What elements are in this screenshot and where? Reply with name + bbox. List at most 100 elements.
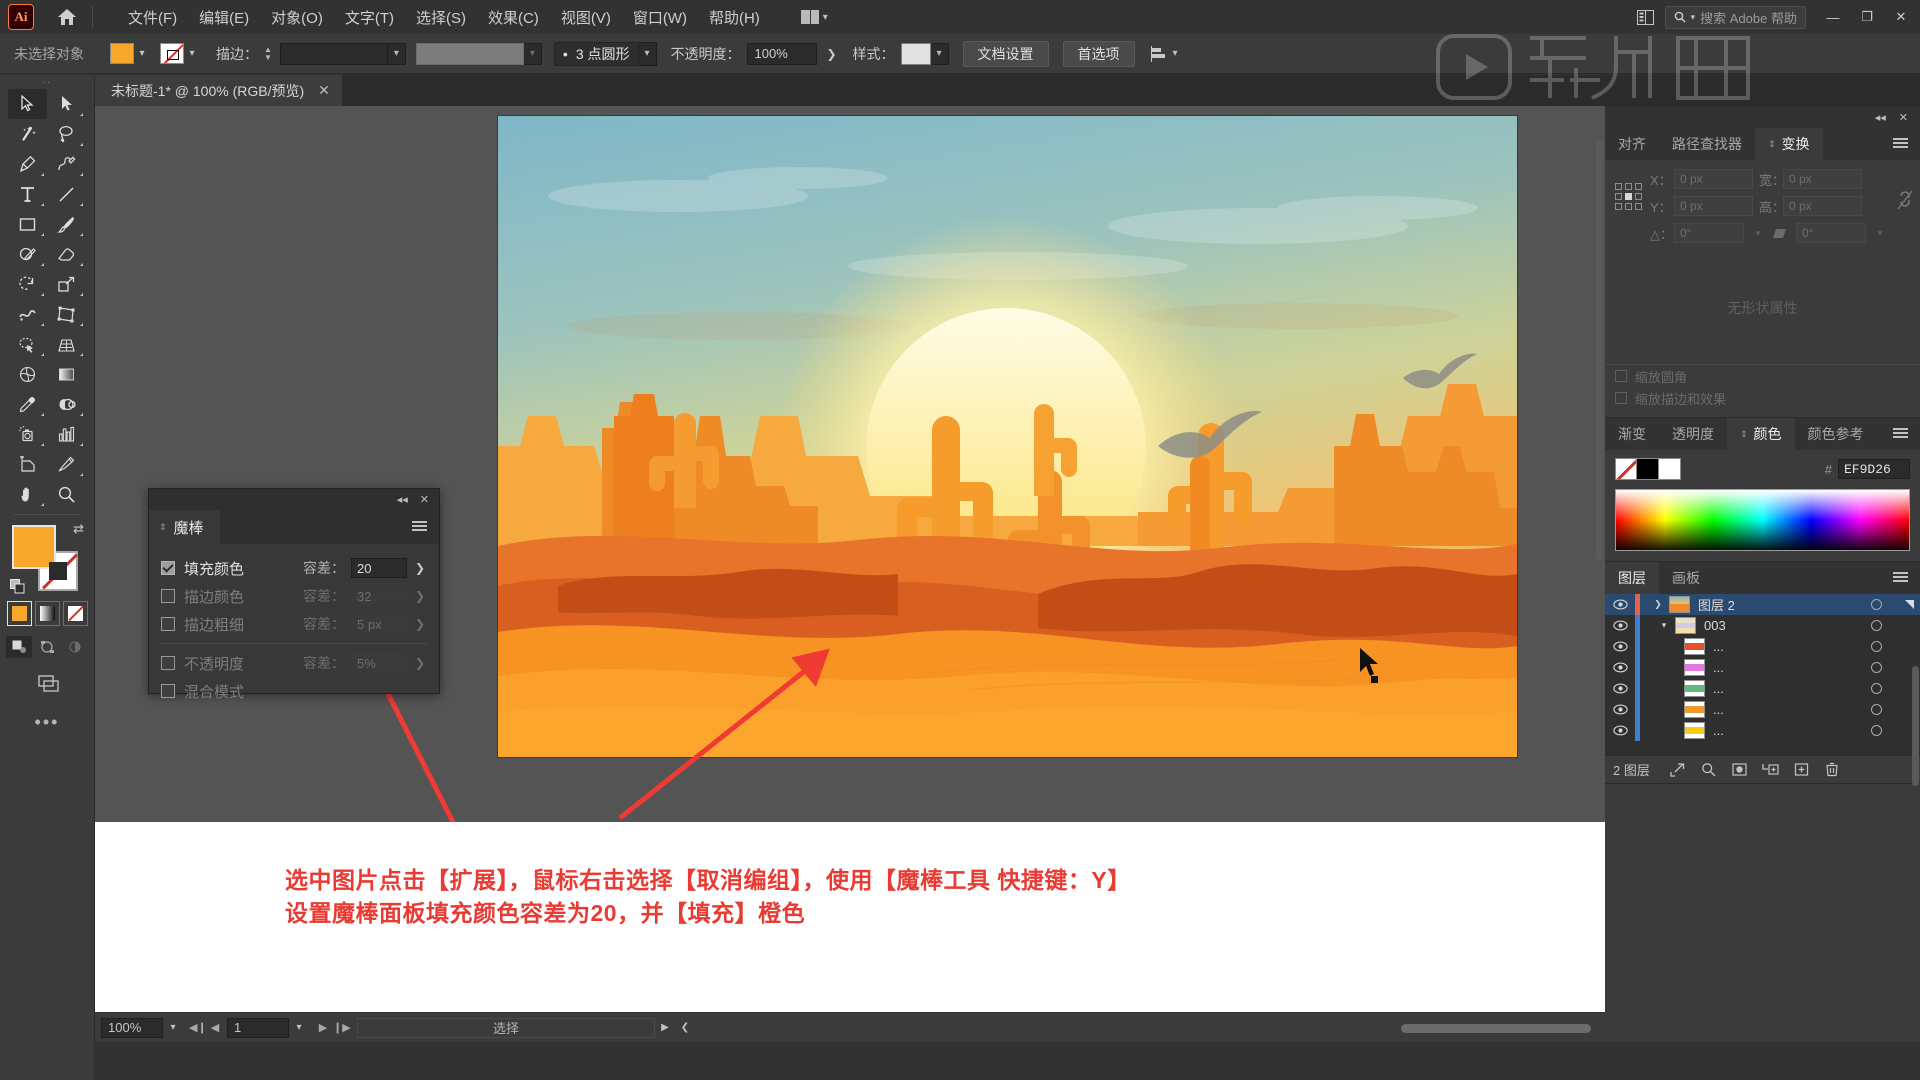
locate-object-icon[interactable]	[1662, 758, 1693, 782]
white-swatch[interactable]	[1659, 458, 1681, 480]
create-new-layer-icon[interactable]	[1786, 758, 1817, 782]
opacity-checkbox[interactable]	[161, 656, 175, 670]
panel-menu-icon[interactable]	[412, 519, 439, 535]
dock-scrollbar-thumb[interactable]	[1912, 666, 1919, 786]
menu-edit[interactable]: 编辑(E)	[188, 3, 260, 32]
opacity-tolerance-slider-icon[interactable]: ❯	[413, 656, 427, 670]
tab-artboards[interactable]: 画板	[1659, 562, 1713, 594]
change-screen-mode-button[interactable]	[0, 672, 94, 696]
artboard-dropdown-icon[interactable]: ▾	[289, 1018, 309, 1038]
canvas-vertical-scrollbar-thumb[interactable]	[1596, 140, 1603, 560]
delete-layer-icon[interactable]	[1817, 758, 1848, 782]
draw-normal-button[interactable]	[6, 636, 32, 658]
menu-file[interactable]: 文件(F)	[117, 3, 188, 32]
option-blending-mode[interactable]: 混合模式	[161, 677, 427, 705]
tab-pathfinder[interactable]: 路径查找器	[1659, 128, 1755, 160]
menu-type[interactable]: 文字(T)	[334, 3, 405, 32]
menu-object[interactable]: 对象(O)	[260, 3, 334, 32]
symbol-sprayer-tool[interactable]	[8, 419, 47, 449]
scale-strokes-checkbox[interactable]	[1615, 392, 1627, 404]
target-circle-icon[interactable]	[1871, 599, 1882, 610]
chevron-down-icon[interactable]: ▾	[1750, 223, 1766, 243]
opacity-tolerance-input[interactable]: 5%	[351, 653, 407, 673]
window-restore-button[interactable]: ❐	[1850, 3, 1884, 31]
h-input[interactable]: 0 px	[1783, 196, 1862, 216]
zoom-level-input[interactable]: 100%	[101, 1017, 163, 1038]
search-box[interactable]: ▾ 搜索 Adobe 帮助	[1664, 5, 1806, 29]
workspace-switcher[interactable]: ▾	[795, 7, 834, 27]
option-stroke-color[interactable]: 描边颜色 容差： 32 ❯	[161, 582, 427, 610]
scale-strokes-option[interactable]: 缩放描边和效果	[1615, 387, 1910, 409]
eye-icon[interactable]	[1605, 725, 1635, 736]
line-segment-tool[interactable]	[47, 179, 86, 209]
y-input[interactable]: 0 px	[1674, 196, 1753, 216]
graphic-style-swatch[interactable]	[900, 42, 931, 65]
document-tab[interactable]: 未标题-1* @ 100% (RGB/预览) ✕	[95, 75, 343, 106]
prev-page-icon[interactable]: ◀	[207, 1021, 223, 1034]
collapse-dock-icon[interactable]: ◂◂	[1875, 111, 1886, 124]
stroke-dropdown-icon[interactable]: ▾	[184, 43, 200, 64]
panel-menu-icon[interactable]	[1893, 570, 1920, 586]
layer-row-5[interactable]: ...	[1605, 699, 1920, 720]
opacity-value[interactable]: 100%	[746, 42, 817, 65]
target-circle-icon[interactable]	[1871, 725, 1882, 736]
chevron-down-icon[interactable]: ▾	[387, 42, 406, 65]
target-circle-icon[interactable]	[1871, 620, 1882, 631]
rotate-tool[interactable]	[8, 269, 47, 299]
stroke-weight-checkbox[interactable]	[161, 617, 175, 631]
hand-tool[interactable]	[8, 479, 47, 509]
tab-gradient[interactable]: 渐变	[1605, 418, 1659, 450]
draw-behind-button[interactable]	[34, 636, 60, 658]
rectangle-tool[interactable]	[8, 209, 47, 239]
hex-input[interactable]: EF9D26	[1838, 459, 1910, 479]
gradient-tool[interactable]	[47, 359, 86, 389]
window-close-button[interactable]: ✕	[1884, 3, 1918, 31]
close-dock-icon[interactable]: ✕	[1899, 111, 1908, 124]
draw-inside-button[interactable]	[62, 636, 88, 658]
free-transform-tool[interactable]	[47, 299, 86, 329]
width-tool[interactable]	[8, 299, 47, 329]
preferences-button[interactable]: 首选项	[1062, 40, 1135, 67]
tab-transform[interactable]: ⇕ 变换	[1755, 128, 1823, 160]
zoom-tool[interactable]	[47, 479, 86, 509]
dock-titlebar[interactable]: ◂◂ ✕	[1605, 106, 1920, 128]
stroke-swatch-group[interactable]: ▾	[160, 43, 200, 64]
edit-toolbar-icon[interactable]: •••	[0, 712, 94, 733]
constrain-proportions-icon[interactable]	[1896, 189, 1914, 211]
scale-tool[interactable]	[47, 269, 86, 299]
stroke-tolerance-input[interactable]: 32	[351, 586, 407, 606]
option-opacity[interactable]: 不透明度 容差： 5% ❯	[161, 649, 427, 677]
stroke-tolerance-slider-icon[interactable]: ❯	[413, 589, 427, 603]
chevron-right-icon[interactable]: ❯	[1647, 599, 1669, 610]
target-circle-icon[interactable]	[1871, 683, 1882, 694]
option-stroke-weight[interactable]: 描边粗细 容差： 5 px ❯	[161, 610, 427, 638]
perspective-grid-tool[interactable]	[47, 329, 86, 359]
menu-select[interactable]: 选择(S)	[405, 3, 477, 32]
create-sublayer-icon[interactable]	[1755, 758, 1786, 782]
brush-definition-field[interactable]: • 3 点圆形 ▾	[553, 41, 657, 66]
option-fill-color[interactable]: 填充颜色 容差： 20 ❯	[161, 554, 427, 582]
zoom-dropdown-icon[interactable]: ▾	[163, 1018, 183, 1038]
chevron-down-icon[interactable]: ▾	[930, 42, 949, 65]
layer-row-3[interactable]: ...	[1605, 657, 1920, 678]
type-tool[interactable]	[8, 179, 47, 209]
tab-transparency[interactable]: 透明度	[1659, 418, 1727, 450]
w-input[interactable]: 0 px	[1783, 169, 1862, 189]
eye-icon[interactable]	[1605, 599, 1635, 610]
graphic-style-field[interactable]: ▾	[900, 42, 949, 65]
blend-tool[interactable]	[47, 389, 86, 419]
opacity-options-icon[interactable]: ❯	[823, 43, 841, 65]
collapse-panel-icon[interactable]: ◂◂	[397, 493, 408, 506]
target-circle-icon[interactable]	[1871, 641, 1882, 652]
shear-angle-input[interactable]: 0°	[1796, 223, 1866, 243]
swap-fill-stroke-icon[interactable]: ⇄	[73, 521, 84, 537]
next-page-icon[interactable]: ▶	[315, 1021, 331, 1034]
paintbrush-tool[interactable]	[47, 209, 86, 239]
tab-color[interactable]: ⇕ 颜色	[1727, 418, 1795, 450]
make-clipping-mask-icon[interactable]	[1724, 758, 1755, 782]
eyedropper-tool[interactable]	[8, 389, 47, 419]
menu-help[interactable]: 帮助(H)	[698, 3, 771, 32]
tab-magic-wand[interactable]: ⇕ 魔棒	[149, 510, 220, 544]
artboard-tool[interactable]	[8, 449, 47, 479]
stroke-color-swatch[interactable]	[160, 43, 184, 64]
